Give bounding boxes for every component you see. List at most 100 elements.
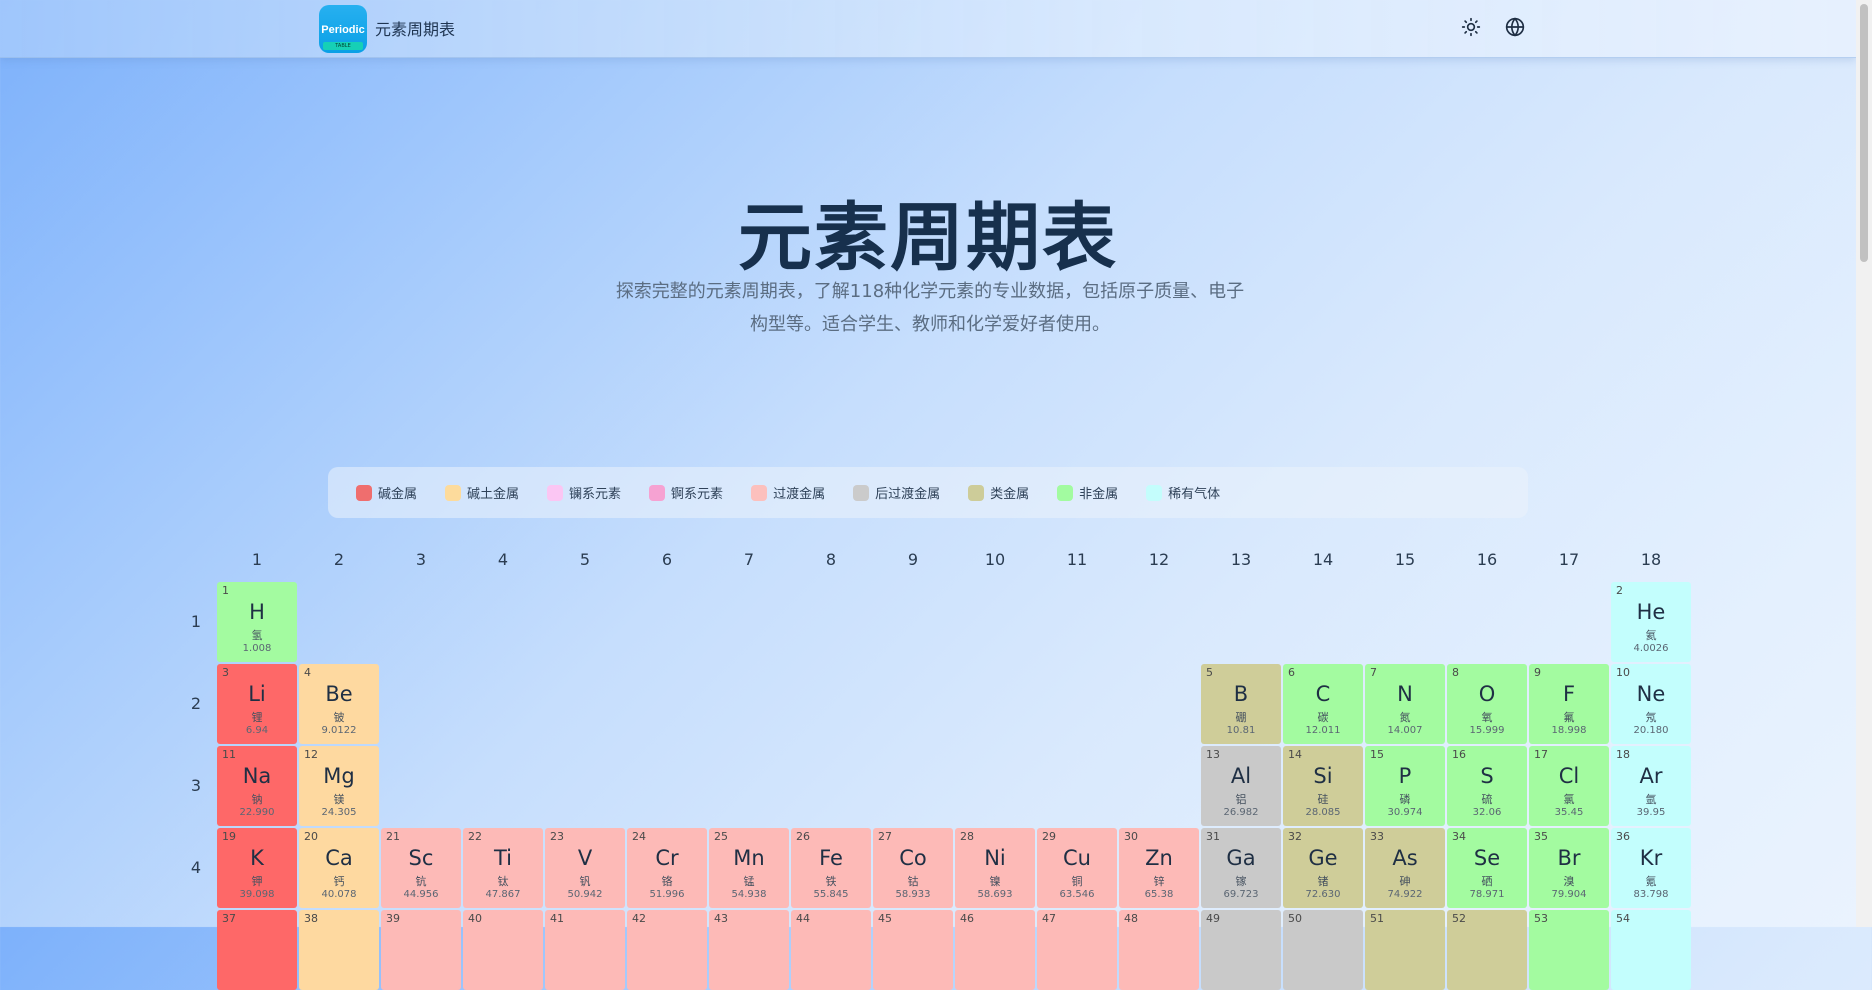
element-cell[interactable]: 43 [709, 910, 789, 990]
element-symbol: Zn [1145, 846, 1173, 870]
element-cell[interactable]: 11 Na 钠 22.990 [217, 746, 297, 826]
element-cell[interactable]: 12 Mg 镁 24.305 [299, 746, 379, 826]
element-chinese-name: 氧 [1481, 711, 1493, 724]
atomic-number: 12 [304, 748, 318, 761]
atomic-mass: 35.45 [1554, 807, 1584, 818]
element-cell[interactable]: 1 H 氢 1.008 [217, 582, 297, 662]
element-cell[interactable]: 44 [791, 910, 871, 990]
element-chinese-name: 氪 [1645, 875, 1657, 888]
atomic-number: 45 [878, 912, 892, 925]
group-number-label: 11 [1066, 550, 1088, 569]
legend-item[interactable]: 类金属 [968, 483, 1029, 502]
element-cell[interactable]: 8 O 氧 15.999 [1447, 664, 1527, 744]
element-cell[interactable]: 31 Ga 镓 69.723 [1201, 828, 1281, 908]
element-cell[interactable]: 25 Mn 锰 54.938 [709, 828, 789, 908]
theme-toggle-button[interactable] [1459, 15, 1483, 39]
atomic-mass: 74.922 [1387, 889, 1423, 900]
element-cell[interactable]: 23 V 钒 50.942 [545, 828, 625, 908]
element-cell[interactable]: 47 [1037, 910, 1117, 990]
legend-item[interactable]: 过渡金属 [751, 483, 825, 502]
atomic-number: 38 [304, 912, 318, 925]
element-cell[interactable]: 16 S 硫 32.06 [1447, 746, 1527, 826]
legend-label: 镧系元素 [569, 487, 622, 502]
language-button[interactable] [1503, 15, 1527, 39]
element-cell[interactable]: 29 Cu 铜 63.546 [1037, 828, 1117, 908]
element-cell[interactable]: 3 Li 锂 6.94 [217, 664, 297, 744]
legend-item[interactable]: 碱金属 [356, 483, 417, 502]
element-chinese-name: 钠 [251, 793, 263, 806]
legend-item[interactable]: 锕系元素 [649, 483, 723, 502]
element-cell[interactable]: 33 As 砷 74.922 [1365, 828, 1445, 908]
element-cell[interactable]: 10 Ne 氖 20.180 [1611, 664, 1691, 744]
element-cell[interactable]: 54 [1611, 910, 1691, 990]
app-logo[interactable]: Periodic TABLE [319, 5, 367, 53]
element-cell[interactable]: 19 K 钾 39.098 [217, 828, 297, 908]
element-cell[interactable]: 13 Al 铝 26.982 [1201, 746, 1281, 826]
atomic-mass: 54.938 [731, 889, 767, 900]
atomic-number: 8 [1452, 666, 1459, 679]
element-chinese-name: 锌 [1153, 875, 1165, 888]
element-cell[interactable]: 2 He 氦 4.0026 [1611, 582, 1691, 662]
atomic-mass: 18.998 [1551, 725, 1587, 736]
element-cell[interactable]: 21 Sc 钪 44.956 [381, 828, 461, 908]
element-cell[interactable]: 42 [627, 910, 707, 990]
element-cell[interactable]: 35 Br 溴 79.904 [1529, 828, 1609, 908]
legend-item[interactable]: 稀有气体 [1146, 483, 1220, 502]
element-cell[interactable]: 53 [1529, 910, 1609, 990]
element-cell[interactable]: 27 Co 钴 58.933 [873, 828, 953, 908]
element-cell[interactable]: 24 Cr 铬 51.996 [627, 828, 707, 908]
element-cell[interactable]: 36 Kr 氪 83.798 [1611, 828, 1691, 908]
legend-label: 过渡金属 [773, 487, 826, 502]
element-chinese-name: 氯 [1563, 793, 1575, 806]
scrollbar-thumb[interactable] [1860, 4, 1868, 262]
element-chinese-name: 硼 [1235, 711, 1247, 724]
page-scrollbar[interactable] [1856, 0, 1872, 927]
element-symbol: Fe [819, 846, 843, 870]
legend-item[interactable]: 镧系元素 [547, 483, 621, 502]
element-cell[interactable]: 4 Be 铍 9.0122 [299, 664, 379, 744]
atomic-mass: 72.630 [1305, 889, 1341, 900]
element-cell[interactable]: 39 [381, 910, 461, 990]
element-cell[interactable]: 46 [955, 910, 1035, 990]
legend-item[interactable]: 碱土金属 [445, 483, 519, 502]
element-symbol: C [1315, 682, 1331, 706]
element-cell[interactable]: 7 N 氮 14.007 [1365, 664, 1445, 744]
page-subtitle-line: 构型等。适合学生、教师和化学爱好者使用。 [750, 314, 1110, 335]
element-cell[interactable]: 18 Ar 氩 39.95 [1611, 746, 1691, 826]
element-cell[interactable]: 9 F 氟 18.998 [1529, 664, 1609, 744]
element-cell[interactable]: 15 P 磷 30.974 [1365, 746, 1445, 826]
element-symbol: V [577, 846, 593, 870]
element-cell[interactable]: 26 Fe 铁 55.845 [791, 828, 871, 908]
element-symbol: Mg [323, 764, 355, 788]
element-cell[interactable]: 5 B 硼 10.81 [1201, 664, 1281, 744]
element-cell[interactable]: 41 [545, 910, 625, 990]
element-cell[interactable]: 30 Zn 锌 65.38 [1119, 828, 1199, 908]
logo-text: Periodic [321, 24, 365, 36]
element-cell[interactable]: 14 Si 硅 28.085 [1283, 746, 1363, 826]
legend-item[interactable]: 非金属 [1057, 483, 1118, 502]
element-symbol: As [1392, 846, 1418, 870]
element-cell[interactable]: 51 [1365, 910, 1445, 990]
element-cell[interactable]: 34 Se 硒 78.971 [1447, 828, 1527, 908]
legend-item[interactable]: 后过渡金属 [853, 483, 940, 502]
atomic-mass: 58.693 [977, 889, 1013, 900]
element-cell[interactable]: 45 [873, 910, 953, 990]
element-cell[interactable]: 17 Cl 氯 35.45 [1529, 746, 1609, 826]
element-cell[interactable]: 37 [217, 910, 297, 990]
atomic-number: 10 [1616, 666, 1630, 679]
app-title[interactable]: 元素周期表 [375, 16, 455, 40]
element-cell[interactable]: 32 Ge 锗 72.630 [1283, 828, 1363, 908]
element-symbol: H [249, 600, 265, 624]
element-cell[interactable]: 6 C 碳 12.011 [1283, 664, 1363, 744]
element-cell[interactable]: 48 [1119, 910, 1199, 990]
element-cell[interactable]: 28 Ni 镍 58.693 [955, 828, 1035, 908]
element-cell[interactable]: 20 Ca 钙 40.078 [299, 828, 379, 908]
element-cell[interactable]: 22 Ti 钛 47.867 [463, 828, 543, 908]
atomic-number: 49 [1206, 912, 1220, 925]
element-cell[interactable]: 38 [299, 910, 379, 990]
element-chinese-name: 硫 [1481, 793, 1493, 806]
element-cell[interactable]: 52 [1447, 910, 1527, 990]
element-cell[interactable]: 40 [463, 910, 543, 990]
element-cell[interactable]: 50 [1283, 910, 1363, 990]
element-cell[interactable]: 49 [1201, 910, 1281, 990]
